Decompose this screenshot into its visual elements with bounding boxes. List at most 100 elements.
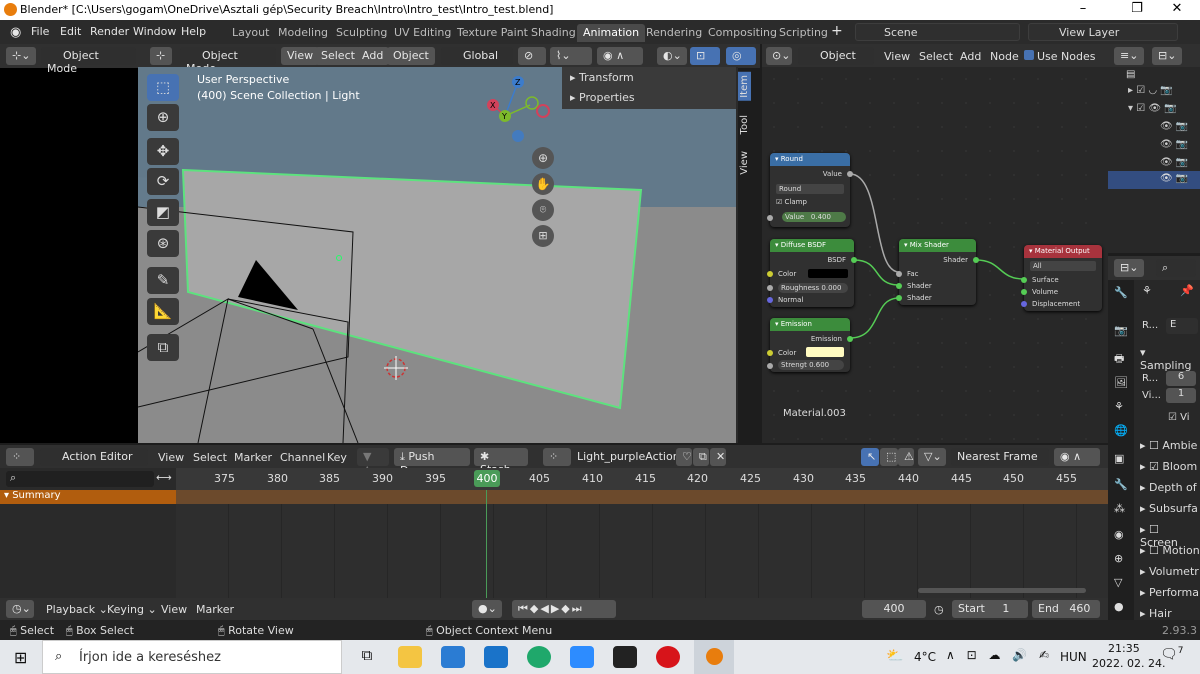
emission-output-socket[interactable] [847, 336, 853, 342]
mail-icon[interactable] [484, 646, 508, 668]
action-editor-mode-dropdown[interactable]: Action Editor [40, 448, 148, 466]
round-input-socket[interactable] [767, 215, 773, 221]
tab-item[interactable]: Item [738, 72, 751, 101]
render-tab-icon[interactable]: 📷 [1114, 324, 1128, 337]
render-samples-field[interactable]: 6 [1166, 371, 1196, 386]
data-tab-icon[interactable]: ▽ [1114, 576, 1122, 589]
viewport-samples-field[interactable]: 1 [1166, 388, 1196, 403]
modifier-tab-icon[interactable]: 🔧 [1114, 478, 1128, 491]
pivot-icon[interactable]: ⊘ [518, 47, 546, 65]
view-layer-selector[interactable]: View Layer [1028, 23, 1178, 41]
playback-controls[interactable]: ⏮◆◀▶◆⏭ [512, 600, 616, 618]
particles-tab-icon[interactable]: ⁂ [1114, 502, 1125, 515]
output-tab-icon[interactable]: 🖶 [1114, 350, 1124, 369]
horizontal-scrollbar[interactable] [918, 588, 1086, 593]
menu-file[interactable]: File [31, 25, 49, 38]
snap-icon[interactable]: ⌇⌄ [550, 47, 592, 65]
start-frame-field[interactable]: Start 1 [952, 600, 1028, 618]
emission-color-socket[interactable] [767, 350, 773, 356]
store-icon[interactable] [441, 646, 465, 668]
render-engine-dropdown[interactable]: E [1166, 318, 1198, 334]
action-marker-menu[interactable]: Marker [234, 451, 272, 464]
tool-tab-icon[interactable]: 🔧 [1114, 286, 1128, 299]
menu-window[interactable]: Window [133, 25, 176, 38]
sampling-panel[interactable]: ▾ Sampling [1140, 346, 1200, 372]
snap-mode-dropdown[interactable]: Nearest Frame [951, 448, 1049, 466]
mode-dropdown[interactable]: Object Mode [41, 47, 136, 75]
diffuse-color-swatch[interactable] [808, 269, 848, 278]
overlay-toggle-icon[interactable]: ◎ [726, 47, 756, 65]
duplicate-action-icon[interactable]: ⧉ [693, 448, 709, 466]
transform-tool-icon[interactable]: ⊛ [147, 230, 179, 257]
shader-type-dropdown[interactable]: Object [798, 47, 874, 65]
task-view-icon[interactable]: ⧉ [355, 646, 379, 668]
object-row-3[interactable]: 👁 📷 [1160, 157, 1188, 168]
camera-icon[interactable]: ⌾ [532, 199, 554, 221]
object-tab-icon[interactable]: ▣ [1114, 452, 1124, 465]
add-menu[interactable]: Add [356, 47, 390, 65]
proportional-action-icon[interactable]: ◉ ∧ [1054, 448, 1100, 466]
edge-icon[interactable] [527, 646, 551, 668]
material-output-node[interactable]: ▾ Material Output All Surface Volume Dis… [1021, 245, 1102, 311]
object-row-2[interactable]: 👁 📷 [1160, 139, 1188, 150]
action-key-menu[interactable]: Key [327, 451, 347, 464]
object-menu[interactable]: Object [387, 47, 435, 65]
round-node[interactable]: ▾ Round Value Round ☑ Clamp Value 0.400 [767, 153, 853, 227]
action-editor[interactable]: ⌕ ⟷ 375 380 385 390 395 400 405 410 415 … [0, 468, 1108, 598]
node-view-menu[interactable]: View [884, 50, 910, 63]
menu-edit[interactable]: Edit [60, 25, 81, 38]
properties-type-icon[interactable]: ⊟⌄ [1114, 259, 1144, 277]
surface-socket[interactable] [1021, 277, 1027, 283]
frame-ruler[interactable]: 375 380 385 390 395 400 405 410 415 420 … [176, 468, 1108, 490]
end-frame-field[interactable]: End 460 [1032, 600, 1100, 618]
summary-channel[interactable]: ▾ Summary [0, 490, 176, 504]
editor-type-button[interactable]: ⊹⌄ [6, 47, 36, 65]
app-icon[interactable] [613, 646, 637, 668]
tab-animation[interactable]: Animation [577, 24, 646, 42]
fake-user-icon[interactable]: ♡ [676, 448, 692, 466]
pin-icon[interactable]: 📌 [1180, 284, 1194, 297]
current-frame-field[interactable]: 400 [862, 600, 926, 618]
tab-texture-paint[interactable]: Texture Paint [451, 24, 534, 42]
clock-time[interactable]: 21:35 [1108, 642, 1140, 655]
normal-socket[interactable] [767, 297, 773, 303]
strength-field[interactable]: Strengt 0.600 [778, 360, 844, 370]
round-operation-dropdown[interactable]: Round [776, 184, 844, 194]
viewport-denoise-checkbox[interactable]: ☑ Vi [1168, 412, 1190, 423]
tab-compositing[interactable]: Compositing [702, 24, 783, 42]
shader1-socket[interactable] [896, 283, 902, 289]
tab-rendering[interactable]: Rendering [640, 24, 708, 42]
action-name-field[interactable]: Light_purpleAction [571, 448, 680, 466]
add-workspace-icon[interactable]: + [831, 23, 843, 39]
navigation-gizmo[interactable]: Z X Y [483, 72, 563, 152]
tab-uv-editing[interactable]: UV Editing [388, 24, 457, 42]
gizmo-toggle-icon[interactable]: ⊡ [690, 47, 720, 65]
timeline-type-icon[interactable]: ◷⌄ [6, 600, 34, 618]
keyframe-area[interactable] [176, 504, 1108, 598]
unlink-action-icon[interactable]: ✕ [710, 448, 726, 466]
constraints-tab-icon[interactable]: ⊕ [1114, 552, 1123, 565]
volumetrics-panel[interactable]: ▸ Volumetr [1140, 565, 1199, 578]
close-button[interactable]: ✕ [1154, 1, 1200, 16]
hidden-filter-icon[interactable]: ⬚ [880, 448, 898, 466]
preview-range-icon[interactable]: ◷ [934, 603, 944, 616]
object-mode-dropdown[interactable]: Object Mode [180, 47, 276, 75]
volume-socket[interactable] [1021, 289, 1027, 295]
performance-panel[interactable]: ▸ Performa [1140, 586, 1199, 599]
only-selected-icon[interactable]: ↖ [861, 448, 879, 466]
mix-output-socket[interactable] [973, 257, 979, 263]
fac-socket[interactable] [896, 271, 902, 277]
mix-shader-node[interactable]: ▾ Mix Shader Shader Fac Shader Shader [896, 239, 979, 305]
measure-tool-icon[interactable]: 📐 [147, 298, 179, 325]
motion-blur-panel[interactable]: ▸ ☐ Motion [1140, 544, 1200, 557]
clamp-checkbox[interactable]: ☑ Clamp [776, 198, 807, 206]
round-value-field[interactable]: Value 0.400 [782, 212, 846, 222]
zoom-app-icon[interactable] [570, 646, 594, 668]
strength-socket[interactable] [767, 363, 773, 369]
clock-date[interactable]: 2022. 02. 24. [1092, 657, 1165, 670]
collection-row-1[interactable]: ▸ ☑ ◡ 📷 [1128, 85, 1173, 96]
minimize-button[interactable]: – [1060, 1, 1106, 16]
system-tray-icons[interactable]: ∧ ⊡ ☁ 🔊 ✍ [946, 648, 1053, 662]
collection-row-2[interactable]: ▾ ☑ 👁 📷 [1128, 103, 1177, 114]
bsdf-output-socket[interactable] [851, 257, 857, 263]
